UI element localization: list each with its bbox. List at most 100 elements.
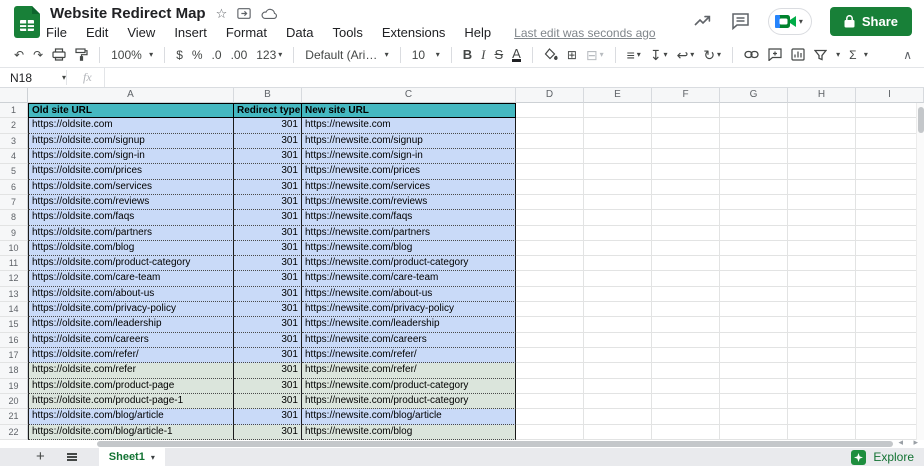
menu-data[interactable]: Data	[286, 25, 313, 40]
cell-G10[interactable]	[720, 241, 788, 256]
cell-I8[interactable]	[856, 210, 924, 225]
row-header-11[interactable]: 11	[0, 256, 28, 271]
cell-B4[interactable]: 301	[234, 149, 302, 164]
cell-G8[interactable]	[720, 210, 788, 225]
column-header-G[interactable]: G	[720, 88, 788, 103]
cell-I3[interactable]	[856, 134, 924, 149]
undo-button[interactable]: ↶	[14, 48, 24, 62]
cell-G22[interactable]	[720, 425, 788, 440]
cell-E17[interactable]	[584, 348, 652, 363]
cell-B11[interactable]: 301	[234, 256, 302, 271]
cell-C10[interactable]: https://newsite.com/blog	[302, 241, 516, 256]
row-header-17[interactable]: 17	[0, 348, 28, 363]
cell-D2[interactable]	[516, 118, 584, 133]
cell-G5[interactable]	[720, 164, 788, 179]
cell-H2[interactable]	[788, 118, 856, 133]
cell-E5[interactable]	[584, 164, 652, 179]
meet-button[interactable]: ▾	[768, 8, 812, 35]
cell-E11[interactable]	[584, 256, 652, 271]
scroll-arrow-icons[interactable]: ◂ ▸	[898, 437, 922, 448]
cell-C20[interactable]: https://newsite.com/product-category	[302, 394, 516, 409]
cell-B13[interactable]: 301	[234, 287, 302, 302]
cell-B15[interactable]: 301	[234, 317, 302, 332]
row-header-18[interactable]: 18	[0, 363, 28, 378]
cell-I1[interactable]	[856, 103, 924, 118]
cell-B21[interactable]: 301	[234, 409, 302, 424]
cell-E12[interactable]	[584, 271, 652, 286]
cell-H20[interactable]	[788, 394, 856, 409]
cell-H6[interactable]	[788, 180, 856, 195]
cell-C1[interactable]: New site URL	[302, 103, 516, 118]
text-color-button[interactable]: A	[512, 48, 521, 62]
menu-insert[interactable]: Insert	[174, 25, 207, 40]
cell-A5[interactable]: https://oldsite.com/prices	[28, 164, 234, 179]
cell-B10[interactable]: 301	[234, 241, 302, 256]
insert-link-button[interactable]	[744, 50, 759, 59]
cell-F21[interactable]	[652, 409, 720, 424]
cell-I17[interactable]	[856, 348, 924, 363]
cell-H12[interactable]	[788, 271, 856, 286]
cell-B8[interactable]: 301	[234, 210, 302, 225]
cell-C16[interactable]: https://newsite.com/careers	[302, 333, 516, 348]
formula-input[interactable]	[104, 68, 924, 87]
cell-C15[interactable]: https://newsite.com/leadership	[302, 317, 516, 332]
cell-A11[interactable]: https://oldsite.com/product-category	[28, 256, 234, 271]
cell-D3[interactable]	[516, 134, 584, 149]
cell-G17[interactable]	[720, 348, 788, 363]
menu-format[interactable]: Format	[226, 25, 267, 40]
cell-E21[interactable]	[584, 409, 652, 424]
cell-I9[interactable]	[856, 226, 924, 241]
cell-A1[interactable]: Old site URL	[28, 103, 234, 118]
comment-history-icon[interactable]	[731, 12, 750, 30]
cell-I18[interactable]	[856, 363, 924, 378]
cell-H3[interactable]	[788, 134, 856, 149]
sheet-tab-sheet1[interactable]: Sheet1 ▾	[99, 448, 165, 466]
cell-E10[interactable]	[584, 241, 652, 256]
add-sheet-button[interactable]: +	[36, 449, 45, 465]
cell-H21[interactable]	[788, 409, 856, 424]
explore-button[interactable]: Explore	[851, 450, 914, 465]
cell-A3[interactable]: https://oldsite.com/signup	[28, 134, 234, 149]
cell-F6[interactable]	[652, 180, 720, 195]
row-header-22[interactable]: 22	[0, 425, 28, 440]
cell-G16[interactable]	[720, 333, 788, 348]
cell-D11[interactable]	[516, 256, 584, 271]
cell-D10[interactable]	[516, 241, 584, 256]
cell-H10[interactable]	[788, 241, 856, 256]
fill-color-button[interactable]	[544, 48, 558, 61]
cell-A6[interactable]: https://oldsite.com/services	[28, 180, 234, 195]
cell-A8[interactable]: https://oldsite.com/faqs	[28, 210, 234, 225]
cell-D21[interactable]	[516, 409, 584, 424]
cell-D1[interactable]	[516, 103, 584, 118]
insert-chart-button[interactable]	[791, 48, 805, 61]
cell-C18[interactable]: https://newsite.com/refer/	[302, 363, 516, 378]
cell-G9[interactable]	[720, 226, 788, 241]
cell-B19[interactable]: 301	[234, 379, 302, 394]
cell-I4[interactable]	[856, 149, 924, 164]
column-header-C[interactable]: C	[302, 88, 516, 103]
cell-B7[interactable]: 301	[234, 195, 302, 210]
menu-help[interactable]: Help	[464, 25, 491, 40]
row-header-2[interactable]: 2	[0, 118, 28, 133]
cell-H1[interactable]	[788, 103, 856, 118]
cell-H9[interactable]	[788, 226, 856, 241]
row-header-20[interactable]: 20	[0, 394, 28, 409]
cell-E18[interactable]	[584, 363, 652, 378]
meet-caret-icon[interactable]: ▾	[799, 17, 803, 26]
cell-B6[interactable]: 301	[234, 180, 302, 195]
cell-C19[interactable]: https://newsite.com/product-category	[302, 379, 516, 394]
menu-file[interactable]: File	[46, 25, 67, 40]
cell-A2[interactable]: https://oldsite.com	[28, 118, 234, 133]
text-wrap-button[interactable]: ↩▾	[677, 48, 695, 62]
cell-C9[interactable]: https://newsite.com/partners	[302, 226, 516, 241]
row-header-9[interactable]: 9	[0, 226, 28, 241]
vertical-align-button[interactable]: ↧▾	[650, 48, 668, 62]
redo-button[interactable]: ↷	[33, 48, 43, 62]
paint-format-button[interactable]	[75, 48, 88, 61]
cell-F15[interactable]	[652, 317, 720, 332]
cell-H14[interactable]	[788, 302, 856, 317]
cell-B18[interactable]: 301	[234, 363, 302, 378]
cell-I2[interactable]	[856, 118, 924, 133]
cell-B16[interactable]: 301	[234, 333, 302, 348]
cell-I11[interactable]	[856, 256, 924, 271]
